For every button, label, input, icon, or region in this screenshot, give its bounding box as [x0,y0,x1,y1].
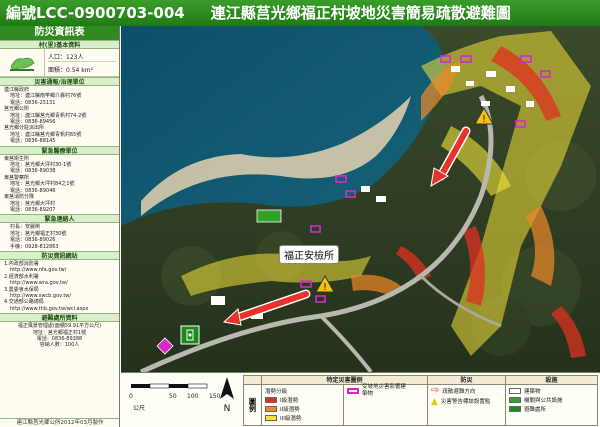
contact-person-list: 村長：安麗俐 地址：莒光鄉福正村30號 電話：0836-89026 手機：092… [0,223,119,251]
swatch [265,396,277,403]
medical-line: 電話：0836-89207 [10,206,56,213]
prevention-legend-header: 防災 [428,376,506,384]
svg-text:N: N [224,404,231,414]
legend-item-warning: ▲ 災害警告標誌設置點 [431,397,491,407]
public-facility [256,209,282,223]
legend-item-affected: 受坡地災害影響建築物 [347,384,424,397]
website-link[interactable]: http://www.thb.gov.tw/wcl.aspx [4,306,115,312]
legend-caption-spacer [244,376,262,384]
svg-text:!: ! [323,282,327,293]
shelter-line: 容納人數：100人 [39,342,80,349]
scale-tick: 50 [169,393,177,400]
disaster-info-panel: 防災資訊表 村(里)基本資料 人口：123人 面積：0.54 km² 災害通報/… [0,26,120,427]
medical-list: 東莒衛生所 地址：莒光鄉大坪村30-1號 電話：0836-89038 東莒警察所… [0,155,119,215]
building [506,86,515,92]
legend-item-evac: ⇨ 疏散避難方向 [431,385,476,396]
scale-tick: 100 [187,393,199,400]
swatch [265,414,277,421]
map-canvas: ! ! [121,26,600,372]
website-list: 1.內政部消防署 http://www.nfa.gov.tw/ 2.經濟部水利署… [0,260,119,313]
swatch [265,405,277,412]
building [376,196,386,202]
legend-item-building: 建築物 [509,386,594,395]
swatch [509,387,521,394]
population-value: 人口：123人 [48,52,116,62]
web-section-header: 防災資訊網站 [0,250,119,260]
north-arrow-icon: N [216,375,238,419]
contact-section-header: 災害通報/治理單位 [0,77,119,86]
building [526,101,534,107]
station-label: 福正安檢所 [279,245,339,264]
area-value: 面積：0.54 km² [48,66,93,74]
emergency-exit-icon [509,405,521,412]
map-title: 連江縣莒光鄉福正村坡地災害簡易疏散避難圖 [210,4,511,22]
map-code: 編號LCC-0900703-004 [6,4,185,22]
evac-arrow-icon: ⇨ [431,385,440,396]
swatch [347,387,359,394]
svg-text:!: ! [482,114,486,125]
village-info: 人口：123人 面積：0.54 km² [0,49,119,77]
scale-unit: 公尺 [133,405,146,412]
legend-item-public-facility: 機關與公共設施 [509,395,594,404]
legend-table: 特定災害圖例 防災 設施 圖例 潛勢分級 I級潛勢 II級潛勢 III級潛勢 受… [243,375,598,426]
legend-bar: 0 50 100 150 公尺 N 特定災害圖例 防災 設施 圖例 潛勢分級 I… [121,372,600,427]
facility-legend-header: 設施 [545,377,558,384]
building [361,186,370,192]
building [481,101,490,106]
legend-item-level3: III級潛勢 [265,413,340,422]
contact-list: 連江縣政府 地址：連江縣南竿鄉介壽村76號 電話：0836-25131 莒光鄉公… [0,86,119,146]
swatch [509,396,521,403]
shelter-info: 福正風景管理處(面積59.91平方公尺) 地址：莒光鄉福正村1號 電話：0836… [0,322,119,350]
medical-section-header: 緊急醫療單位 [0,145,119,155]
legend-caption: 圖例 [244,385,262,425]
emergency-exit-icon [180,325,200,345]
contact-person-section-header: 緊急連絡人 [0,214,119,224]
hazard-grade-title: 潛勢分級 [265,388,288,395]
building [466,81,474,86]
building [451,66,460,72]
warning-sign-icon: ▲ [431,397,438,407]
shelter-line: 福正風景管理處(面積59.91平方公尺) [17,323,102,330]
map-title-bar: 編號LCC-0900703-004 連江縣莒光鄉福正村坡地災害簡易疏散避難圖 [0,0,600,26]
contact-person-line: 手機：0928-812863 [10,243,59,250]
legend-item-level1: I級潛勢 [265,395,340,404]
panel-header: 防災資訊表 [0,26,119,40]
building [211,296,225,305]
hazard-map[interactable]: ! ! 福正安檢所 [121,26,600,372]
scale-tick: 0 [129,393,133,400]
village-section-header: 村(里)基本資料 [0,40,119,49]
contact-line: 電話：0836-88145 [10,138,56,145]
legend-item-shelter: 避難處所 [509,404,594,413]
building [486,71,496,77]
panel-footer: 連江縣莒光鄉公所2012年03月製作 [0,418,119,427]
legend-item-level2: II級潛勢 [265,404,340,413]
shelter-section-header: 避難處所資料 [0,313,119,323]
village-logo [0,49,44,76]
